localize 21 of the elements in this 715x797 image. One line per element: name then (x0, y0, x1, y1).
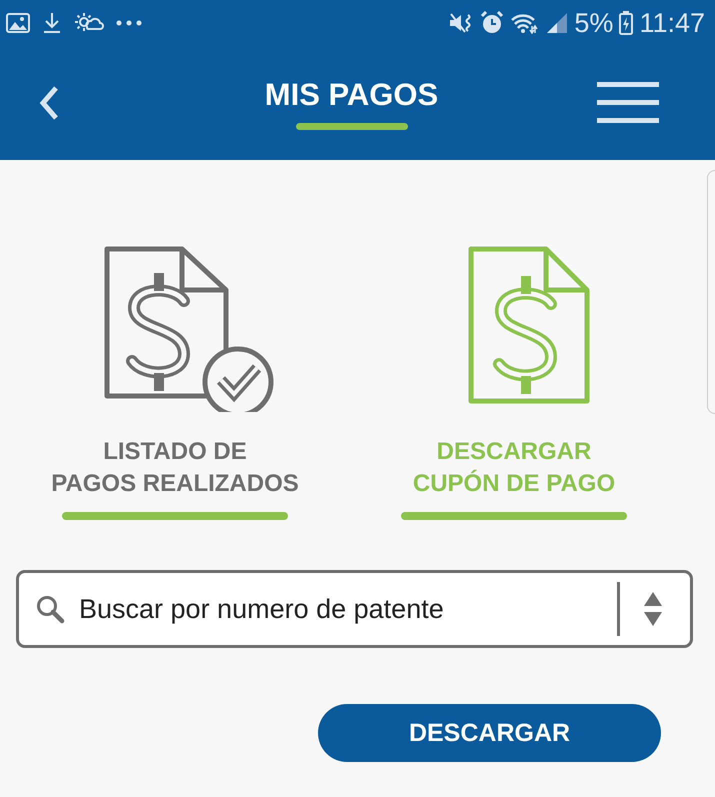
alarm-icon (480, 11, 504, 35)
clock-time: 11:47 (639, 8, 705, 38)
document-dollar-icon (468, 246, 590, 404)
image-icon (6, 13, 30, 33)
battery-percent: 5% (574, 8, 614, 38)
search-icon (35, 594, 65, 624)
signal-icon (546, 13, 568, 33)
back-button[interactable] (38, 85, 60, 121)
document-dollar-check-icon (104, 246, 276, 412)
menu-button[interactable] (597, 82, 659, 124)
page-title: MIS PAGOS (264, 76, 438, 112)
wifi-icon (510, 12, 540, 34)
weather-icon (74, 12, 104, 34)
search-input[interactable]: Buscar por numero de patente (79, 594, 603, 624)
sort-arrows-icon (644, 592, 662, 626)
search-field[interactable]: Buscar por numero de patente (16, 570, 693, 648)
payment-option[interactable]: LISTADO DE PAGOS REALIZADOS (30, 246, 320, 520)
download-button[interactable]: DESCARGAR (318, 704, 661, 762)
battery-icon (619, 11, 634, 35)
more-icon (116, 20, 142, 26)
download-icon (42, 12, 62, 34)
